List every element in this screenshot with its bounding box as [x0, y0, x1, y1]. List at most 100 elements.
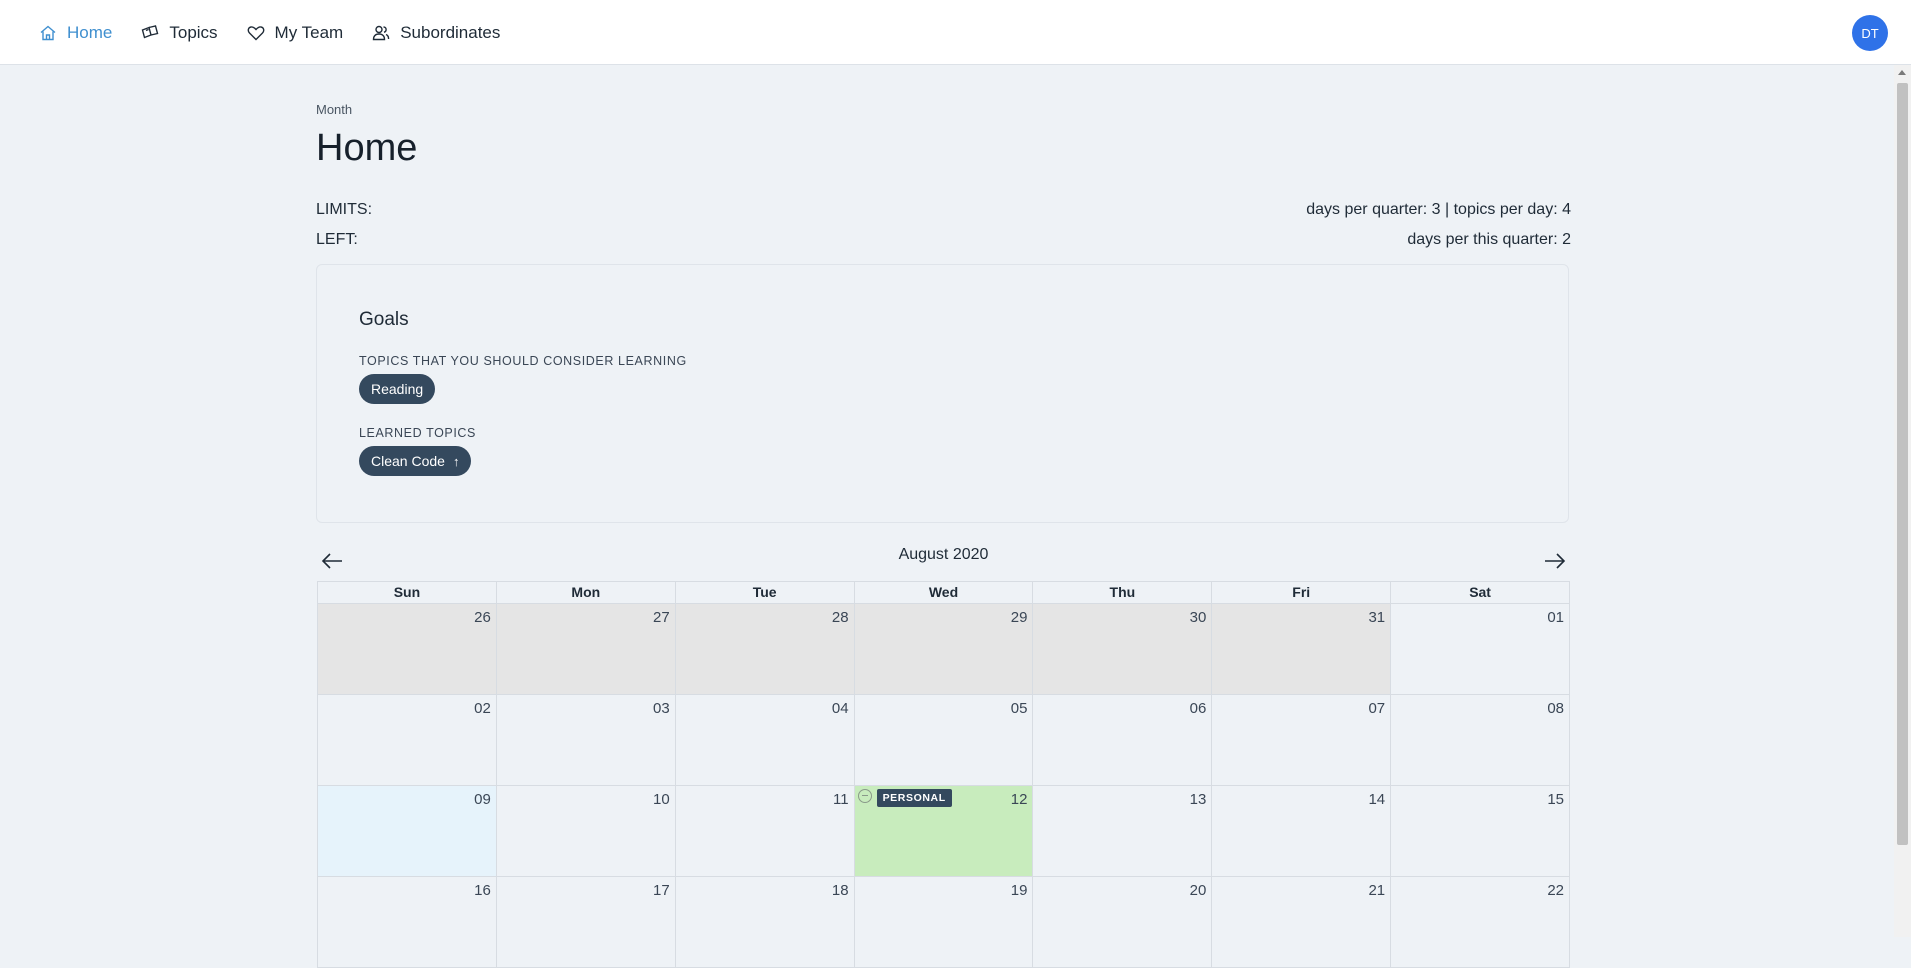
day-number: 15 [1547, 791, 1565, 808]
breadcrumb: Month [316, 102, 353, 117]
calendar-day-cell[interactable]: 17 [497, 877, 676, 967]
calendar-day-cell[interactable]: 03 [497, 695, 676, 785]
day-number: 12 [1010, 791, 1028, 808]
calendar-day-cell[interactable]: 02 [318, 695, 497, 785]
day-number: 31 [1368, 609, 1386, 626]
calendar-day-cell[interactable]: 11 [676, 786, 855, 876]
weekday-header: Sun [318, 582, 497, 603]
day-number: 26 [474, 609, 491, 626]
nav-subordinates-label: Subordinates [400, 22, 501, 42]
topic-pill-label: Clean Code [371, 453, 445, 469]
nav-topics-label: Topics [169, 22, 218, 42]
day-number: 08 [1547, 700, 1565, 717]
day-number: 04 [831, 700, 849, 717]
nav-my-team-label: My Team [274, 22, 344, 42]
calendar-week-row: 02 03 04 05 06 07 08 [318, 695, 1571, 786]
limits-value: days per quarter: 3 | topics per day: 4 [1306, 201, 1571, 218]
calendar-week-row: 16 17 18 19 20 21 22 [318, 877, 1571, 968]
calendar-day-cell[interactable]: 10 [497, 786, 676, 876]
day-number: 17 [653, 882, 670, 899]
topics-icon [142, 24, 159, 38]
calendar-day-cell[interactable]: 30 [1033, 604, 1213, 694]
vertical-scrollbar[interactable] [1894, 65, 1911, 937]
calendar-day-cell[interactable]: 26 [318, 604, 497, 694]
calendar-week-row: 09 10 11 PERSONAL 12 13 14 15 [318, 786, 1571, 877]
learned-topics-label: LEARNED TOPICS [359, 426, 476, 440]
nav-home-label: Home [67, 22, 113, 42]
users-icon [373, 25, 390, 40]
day-number: 28 [831, 609, 849, 626]
weekday-header: Sat [1391, 582, 1571, 603]
nav-subordinates[interactable]: Subordinates [371, 23, 500, 43]
calendar-day-cell[interactable]: 18 [676, 877, 855, 967]
top-navbar: Home Topics My Team Subordinates DT [0, 0, 1911, 65]
day-number: 10 [653, 791, 670, 808]
goals-card: Goals TOPICS THAT YOU SHOULD CONSIDER LE… [316, 264, 1569, 523]
topic-pill-reading[interactable]: Reading [359, 374, 436, 404]
calendar-day-cell-event[interactable]: PERSONAL 12 [854, 786, 1034, 876]
calendar-day-cell[interactable]: 29 [854, 604, 1034, 694]
day-number: 21 [1368, 882, 1386, 899]
calendar-day-cell[interactable]: 08 [1391, 695, 1571, 785]
day-number: 29 [1010, 609, 1028, 626]
day-number: 05 [1010, 700, 1028, 717]
calendar-day-cell[interactable]: 31 [1212, 604, 1392, 694]
calendar-day-cell[interactable]: 07 [1212, 695, 1392, 785]
weekday-header: Tue [676, 582, 855, 603]
weekday-header: Thu [1033, 582, 1213, 603]
day-number: 22 [1547, 882, 1565, 899]
nav-topics[interactable]: Topics [140, 22, 218, 43]
next-month-button[interactable] [1543, 551, 1569, 571]
day-number: 19 [1010, 882, 1028, 899]
calendar-day-cell[interactable]: 21 [1212, 877, 1392, 967]
left-label: LEFT: [316, 231, 358, 248]
event-badge-personal[interactable]: PERSONAL [876, 789, 952, 807]
page-title: Home [316, 127, 418, 169]
weekday-header: Mon [497, 582, 676, 603]
scrollbar-thumb[interactable] [1897, 83, 1908, 845]
limits-label: LIMITS: [316, 201, 373, 218]
calendar-day-cell[interactable]: 06 [1033, 695, 1213, 785]
calendar-day-cell[interactable]: 28 [675, 604, 855, 694]
weekday-header: Fri [1212, 582, 1392, 603]
nav-home[interactable]: Home [38, 23, 112, 43]
weekday-header: Wed [855, 582, 1034, 603]
user-avatar[interactable]: DT [1852, 15, 1888, 51]
day-number: 01 [1547, 609, 1565, 626]
consider-topics-label: TOPICS THAT YOU SHOULD CONSIDER LEARNING [359, 354, 687, 368]
topic-pill-label: Reading [371, 381, 424, 397]
calendar-day-cell[interactable]: 22 [1391, 877, 1571, 967]
day-number: 11 [833, 791, 849, 808]
scroll-up-arrow-icon[interactable] [1898, 70, 1906, 75]
nav-my-team[interactable]: My Team [246, 22, 344, 43]
calendar-month-label: August 2020 [898, 546, 989, 563]
day-number: 02 [474, 700, 491, 717]
calendar-day-cell[interactable]: 15 [1391, 786, 1571, 876]
left-value: days per this quarter: 2 [1407, 231, 1571, 248]
arrow-right-icon [1545, 553, 1566, 569]
calendar-day-cell-today[interactable]: 09 [318, 786, 497, 876]
calendar-day-cell[interactable]: 04 [676, 695, 855, 785]
calendar-day-cell[interactable]: 14 [1212, 786, 1392, 876]
day-number: 14 [1368, 791, 1386, 808]
calendar-grid: Sun Mon Tue Wed Thu Fri Sat 26 27 28 29 … [317, 581, 1571, 968]
arrow-up-icon: ↑ [452, 453, 460, 469]
heart-icon [247, 25, 264, 40]
calendar-day-cell[interactable]: 19 [855, 877, 1034, 967]
calendar-day-cell[interactable]: 13 [1033, 786, 1213, 876]
remove-event-icon[interactable] [857, 789, 872, 803]
day-number: 16 [474, 882, 491, 899]
calendar-day-cell[interactable]: 27 [496, 604, 676, 694]
main-nav: Home Topics My Team Subordinates [38, 0, 528, 65]
calendar-day-cell[interactable]: 01 [1391, 604, 1571, 694]
calendar-day-cell[interactable]: 05 [855, 695, 1034, 785]
calendar-week-row: 26 27 28 29 30 31 01 [318, 604, 1571, 695]
calendar-day-cell[interactable]: 16 [318, 877, 497, 967]
goals-title: Goals [359, 309, 409, 330]
day-number: 07 [1368, 700, 1386, 717]
day-number: 06 [1189, 700, 1207, 717]
topic-pill-clean-code[interactable]: Clean Code ↑ [359, 446, 472, 476]
calendar-day-cell[interactable]: 20 [1033, 877, 1213, 967]
day-number: 20 [1189, 882, 1207, 899]
day-number: 03 [653, 700, 670, 717]
